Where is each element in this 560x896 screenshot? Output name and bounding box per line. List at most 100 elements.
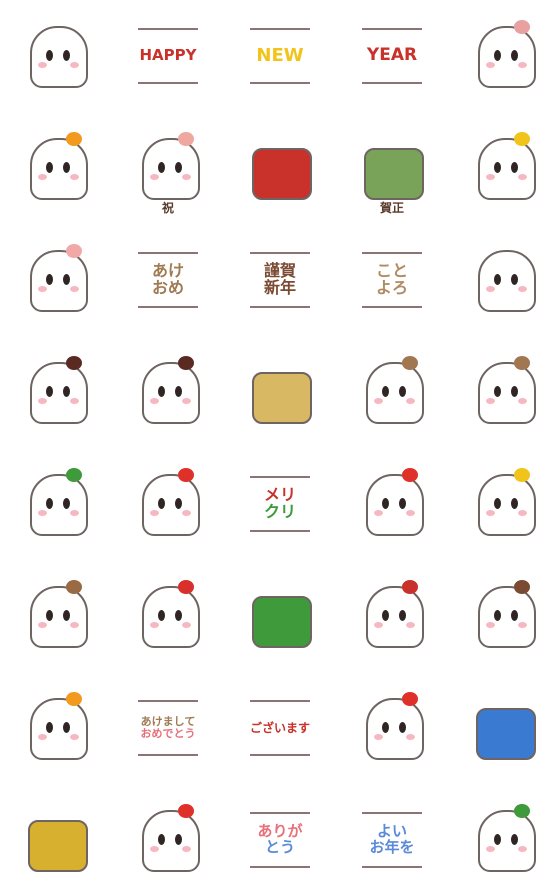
sticker-daruma[interactable] — [224, 112, 336, 224]
sticker-lucky-bag[interactable] — [224, 336, 336, 448]
text-card: あけ おめ — [138, 252, 198, 308]
accessory — [66, 244, 82, 258]
accessory — [178, 580, 194, 594]
ghost-eye — [175, 498, 182, 509]
ghost-eye — [511, 274, 518, 285]
sticker-snowman-ghost[interactable] — [336, 560, 448, 672]
ghost-character — [478, 26, 536, 88]
sticker-yellow-bird[interactable] — [0, 784, 112, 896]
ghost-eye — [63, 722, 70, 733]
ghost-eye — [382, 386, 389, 397]
sticker-kadomatsu-ghost[interactable]: 賀正 — [336, 112, 448, 224]
sticker-gozaimasu-card[interactable]: ございます — [224, 672, 336, 784]
sticker-ghost-with-stars[interactable] — [448, 784, 560, 896]
text-card: NEW — [250, 28, 310, 84]
sticker-christmas-tree[interactable] — [224, 560, 336, 672]
card-text: NEW — [256, 44, 304, 66]
card-text: おめでとう — [140, 727, 196, 740]
ghost-eye — [494, 162, 501, 173]
sticker-ghost-with-chopsticks[interactable] — [448, 560, 560, 672]
sticker-ghost-peeking-right[interactable] — [448, 0, 560, 112]
accessory — [66, 580, 82, 594]
ghost-cheek — [182, 510, 191, 516]
sticker-happy-card[interactable]: HAPPY — [112, 0, 224, 112]
sticker-santa-ghost[interactable] — [112, 560, 224, 672]
ghost-eye — [63, 610, 70, 621]
sticker-ghost-peeking-left[interactable] — [0, 0, 112, 112]
sticker-grid: HAPPY NEW YEAR 祝 賀正あけ おめ 謹賀 新年 こと よろ メリ クリ あけまして おめでと… — [0, 0, 560, 896]
ghost-eye — [175, 610, 182, 621]
sticker-year-card[interactable]: YEAR — [336, 0, 448, 112]
sticker-ghost-mochi-pounding[interactable] — [336, 336, 448, 448]
sticker-kotoyoro-card[interactable]: こと よろ — [336, 224, 448, 336]
sticker-ghost-with-mikan[interactable] — [0, 672, 112, 784]
ghost-eye — [63, 162, 70, 173]
illustration-shape — [28, 820, 88, 872]
ghost-cheek — [486, 510, 495, 516]
ghost-cheek — [150, 174, 159, 180]
card-text: おめ — [151, 278, 184, 297]
ghost-cheek — [70, 398, 79, 404]
ghost-eye — [158, 386, 165, 397]
sticker-snow-rabbit-ghost[interactable] — [0, 448, 112, 560]
sticker-ghosts-with-flags[interactable] — [336, 672, 448, 784]
ghost-cheek — [406, 510, 415, 516]
sticker-lucky-cat-ghost[interactable] — [448, 112, 560, 224]
sticker-yoi-otoshiwo-card[interactable]: よい お年を — [336, 784, 448, 896]
ghost-character — [366, 698, 424, 760]
accessory — [514, 468, 530, 482]
ghost-character — [478, 474, 536, 536]
accessory — [402, 580, 418, 594]
ghost-cheek — [38, 622, 47, 628]
ghost-eye — [46, 50, 53, 61]
ghost-cheek — [518, 286, 527, 292]
ghost-eye — [46, 386, 53, 397]
sticker-new-card[interactable]: NEW — [224, 0, 336, 112]
ghost-cheek — [182, 398, 191, 404]
ghost-eye — [494, 610, 501, 621]
accessory — [514, 356, 530, 370]
ghost-cheek — [374, 734, 383, 740]
ghost-eye — [494, 498, 501, 509]
ghost-cheek — [38, 62, 47, 68]
sticker-mount-fuji-ghost[interactable] — [448, 672, 560, 784]
card-text: HAPPY — [139, 46, 197, 65]
ghost-eye — [494, 50, 501, 61]
sticker-ghost-in-bowl-eyes-closed[interactable] — [112, 336, 224, 448]
ghost-eye — [511, 50, 518, 61]
accessory — [514, 20, 530, 34]
sticker-angel-ghost-trumpet[interactable] — [448, 448, 560, 560]
sticker-ghosts-waving-flags[interactable] — [112, 784, 224, 896]
ghost-cheek — [406, 622, 415, 628]
ghost-cheek — [518, 174, 527, 180]
sticker-akeome-card[interactable]: あけ おめ — [112, 224, 224, 336]
sticker-merikuri-card[interactable]: メリ クリ — [224, 448, 336, 560]
sticker-ghost-with-heart[interactable] — [112, 448, 224, 560]
sticker-kinga-shinnen-card[interactable]: 謹賀 新年 — [224, 224, 336, 336]
sticker-pink-ghost-peeking[interactable] — [0, 224, 112, 336]
ghost-cheek — [182, 622, 191, 628]
ghost-cheek — [486, 174, 495, 180]
ghost-character — [30, 138, 88, 200]
sticker-mochi-mortar[interactable] — [448, 336, 560, 448]
ghost-character — [30, 698, 88, 760]
sticker-akemashite-omedetou-card[interactable]: あけまして おめでとう — [112, 672, 224, 784]
accessory — [178, 132, 194, 146]
sticker-arigatou-card[interactable]: ありが とう — [224, 784, 336, 896]
sticker-ghost-peeking-bottom[interactable] — [448, 224, 560, 336]
card-text: ございます — [250, 720, 311, 735]
text-card: よい お年を — [362, 812, 422, 868]
sticker-reindeer-ghost[interactable] — [0, 560, 112, 672]
illustration-shape — [252, 596, 312, 648]
sticker-ghost-with-flag[interactable] — [336, 448, 448, 560]
sticker-ghost-couple-celebration[interactable]: 祝 — [112, 112, 224, 224]
ghost-cheek — [150, 846, 159, 852]
sticker-ghost-kagami-mochi[interactable] — [0, 112, 112, 224]
ghost-cheek — [150, 622, 159, 628]
sticker-ghost-in-bowl[interactable] — [0, 336, 112, 448]
ghost-character — [366, 474, 424, 536]
text-card: 謹賀 新年 — [250, 252, 310, 308]
ghost-character — [142, 586, 200, 648]
ghost-eye — [382, 722, 389, 733]
card-text: とう — [264, 838, 295, 856]
